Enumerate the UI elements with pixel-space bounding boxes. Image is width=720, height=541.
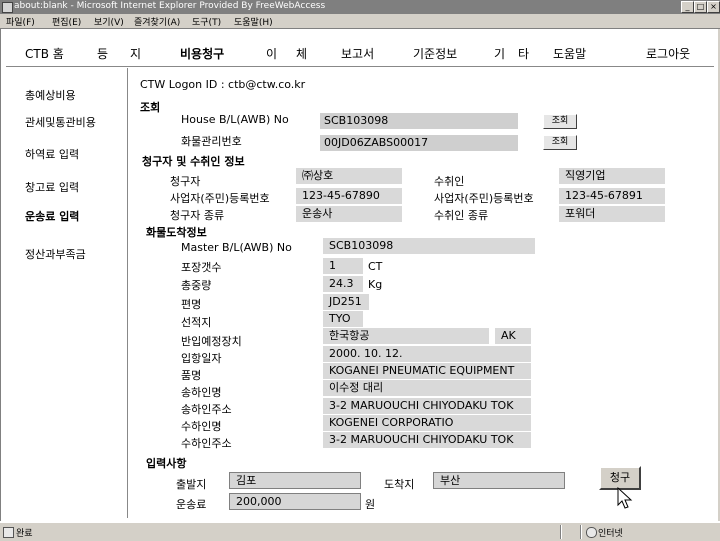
transport-fee-unit: 원: [365, 498, 376, 511]
gross-weight-unit: Kg: [368, 278, 383, 291]
cargo-no-label: 화물관리번호: [181, 135, 242, 148]
payee-type-value: 포워더: [559, 206, 665, 222]
globe-icon: [586, 527, 597, 538]
nav-reports[interactable]: 보고서: [341, 45, 374, 62]
sidebar-item-handling-fee[interactable]: 하역료 입력: [25, 146, 79, 162]
bonded-area-value: 한국항공: [323, 328, 489, 344]
arrival-section-title: 화물도착정보: [146, 226, 207, 239]
bonded-area-label: 반입예정장치: [181, 335, 242, 348]
cargo-no-field[interactable]: 00JD06ZABS00017: [320, 135, 518, 151]
sidebar-divider: [127, 68, 128, 518]
claimant-type-value: 운송사: [296, 206, 402, 222]
claimant-type-label: 청구자 종류: [170, 209, 225, 222]
flight-label: 편명: [181, 298, 202, 311]
payee-value: 직영기업: [559, 168, 665, 184]
window-titlebar: about:blank - Microsoft Internet Explore…: [0, 0, 720, 14]
menu-view[interactable]: 보기(V): [94, 15, 124, 28]
shipper-name-label: 송하인명: [181, 386, 222, 399]
payee-type-label: 수취인 종류: [434, 209, 489, 222]
gross-weight-label: 총중량: [181, 279, 212, 292]
inquiry-section-title: 조회: [140, 101, 161, 114]
window-title: about:blank - Microsoft Internet Explore…: [14, 1, 326, 11]
master-bl-label: Master B/L(AWB) No: [181, 241, 292, 254]
input-section-title: 입력사항: [146, 457, 187, 470]
package-count-unit: CT: [368, 260, 383, 273]
house-bl-search-button[interactable]: 조회: [543, 114, 577, 129]
nav-transfer-2[interactable]: 체: [296, 45, 307, 62]
origin-input[interactable]: 김포: [229, 472, 361, 489]
nav-other-2[interactable]: 타: [518, 45, 529, 62]
sidebar-item-settlement[interactable]: 정산과부족금: [25, 246, 86, 262]
logon-id: CTW Logon ID : ctb@ctw.co.kr: [140, 78, 306, 91]
nav-master-data[interactable]: 기준정보: [413, 45, 457, 62]
parties-section-title: 청구자 및 수취인 정보: [142, 155, 245, 168]
destination-input[interactable]: 부산: [433, 472, 565, 489]
entry-date-label: 입항일자: [181, 352, 222, 365]
nav-logout[interactable]: 로그아웃: [646, 45, 690, 62]
loading-port-label: 선적지: [181, 316, 212, 329]
claimant-reg-label: 사업자(주민)등록번호: [170, 192, 270, 205]
nav-billing[interactable]: 비용청구: [180, 45, 224, 62]
ie-icon: [2, 2, 13, 13]
payee-reg-value: 123-45-67891: [559, 188, 665, 204]
nav-register-2[interactable]: 지: [130, 45, 141, 62]
menu-edit[interactable]: 편집(E): [52, 15, 81, 28]
package-count-label: 포장갯수: [181, 261, 222, 274]
loading-port-value: TYO: [323, 311, 363, 327]
menu-tools[interactable]: 도구(T): [192, 15, 221, 28]
claimant-reg-value: 123-45-67890: [296, 188, 402, 204]
menu-bar: 파일(F) 편집(E) 보기(V) 즐겨찾기(A) 도구(T) 도움말(H): [0, 14, 720, 29]
consignee-name-label: 수하인명: [181, 420, 222, 433]
maximize-icon[interactable]: □: [694, 1, 707, 13]
transport-fee-input[interactable]: 200,000: [229, 493, 361, 510]
gross-weight-value: 24.3: [323, 276, 363, 292]
shipper-name-value: 이수정 대리: [323, 380, 531, 396]
shipper-address-label: 송하인주소: [181, 403, 232, 416]
nav-home[interactable]: CTB 홈: [25, 45, 64, 62]
mouse-cursor-icon: [617, 487, 633, 509]
payee-label: 수취인: [434, 175, 465, 188]
shipper-address-value: 3-2 MARUOUCHI CHIYODAKU TOK: [323, 398, 531, 414]
nav-register-1[interactable]: 등: [97, 45, 108, 62]
sidebar-item-storage-fee[interactable]: 창고료 입력: [25, 179, 79, 195]
menu-file[interactable]: 파일(F): [6, 15, 35, 28]
house-bl-label: House B/L(AWB) No: [181, 113, 289, 126]
close-icon[interactable]: ×: [707, 1, 720, 13]
transport-fee-label: 운송료: [176, 498, 207, 511]
page-icon: [3, 527, 14, 538]
consignee-address-label: 수하인주소: [181, 437, 232, 450]
sidebar-item-transport-fee[interactable]: 운송료 입력: [25, 208, 79, 224]
cargo-no-search-button[interactable]: 조회: [543, 135, 577, 150]
payee-reg-label: 사업자(주민)등록번호: [434, 192, 534, 205]
origin-label: 출발지: [176, 478, 207, 491]
nav-transfer-1[interactable]: 이: [266, 45, 277, 62]
sidebar-item-customs-cost[interactable]: 관세및통관비용: [25, 114, 96, 130]
zone-text: 인터넷: [598, 529, 623, 539]
status-text: 완료: [16, 529, 33, 539]
package-count-value: 1: [323, 258, 363, 274]
nav-other-1[interactable]: 기: [494, 45, 505, 62]
menu-favorites[interactable]: 즐겨찾기(A): [134, 15, 180, 28]
sidebar-item-expected-cost[interactable]: 총예상비용: [25, 87, 76, 103]
claimant-value: ㈜상호: [296, 168, 402, 184]
claimant-label: 청구자: [170, 175, 201, 188]
goods-name-value: KOGANEI PNEUMATIC EQUIPMENT: [323, 363, 531, 379]
menu-help[interactable]: 도움말(H): [234, 15, 273, 28]
entry-date-value: 2000. 10. 12.: [323, 346, 531, 362]
bonded-area-code: AK: [495, 328, 531, 344]
destination-label: 도착지: [384, 478, 415, 491]
consignee-address-value: 3-2 MARUOUCHI CHIYODAKU TOK: [323, 432, 531, 448]
nav-help[interactable]: 도움말: [553, 45, 586, 62]
status-bar: 완료 인터넷: [0, 522, 720, 541]
minimize-icon[interactable]: _: [681, 1, 694, 13]
flight-value: JD251: [323, 294, 369, 310]
goods-name-label: 품명: [181, 369, 202, 382]
consignee-name-value: KOGENEI CORPORATIO: [323, 415, 531, 431]
master-bl-value: SCB103098: [323, 238, 535, 254]
nav-divider: [6, 66, 714, 67]
house-bl-field[interactable]: SCB103098: [320, 113, 518, 129]
